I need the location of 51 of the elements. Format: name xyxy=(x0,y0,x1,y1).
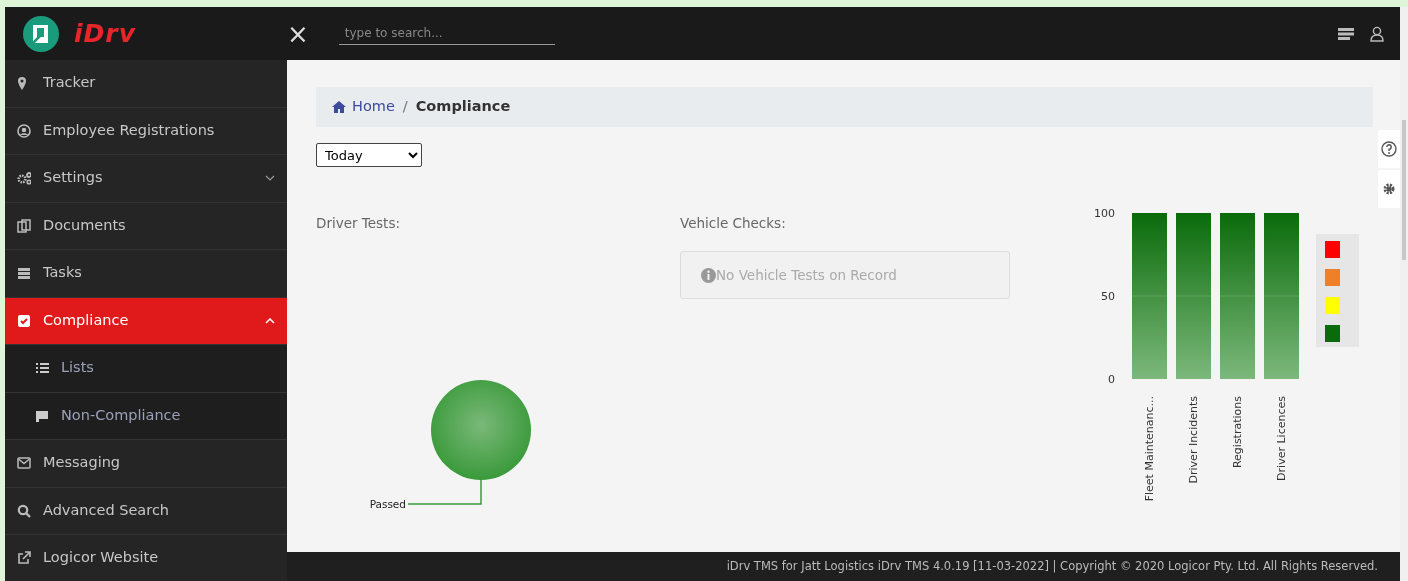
search-icon xyxy=(17,503,31,518)
category-label: Driver Incidents xyxy=(1187,396,1200,484)
settings-icon xyxy=(1382,182,1396,196)
flag-icon xyxy=(35,408,49,423)
period-select[interactable]: Today xyxy=(316,143,422,167)
external-link-icon xyxy=(17,551,31,566)
brand-name: iDrv xyxy=(74,17,136,50)
sidebar-item[interactable]: Tracker xyxy=(5,60,287,108)
sidebar-item[interactable]: Messaging xyxy=(5,440,287,488)
checkbox-icon xyxy=(17,313,31,328)
chevron-down-icon xyxy=(265,175,275,182)
sidebar-item[interactable]: Documents xyxy=(5,202,287,250)
user-circle-icon xyxy=(17,123,31,138)
sidebar-item[interactable]: Compliance xyxy=(5,297,287,345)
sidebar-item[interactable]: Settings xyxy=(5,155,287,203)
logo-icon xyxy=(22,14,60,53)
info-icon xyxy=(701,267,716,283)
axis-tick-label: 100 xyxy=(1094,207,1115,220)
gears-icon xyxy=(17,171,31,186)
breadcrumb-separator: / xyxy=(402,97,408,117)
documents-icon xyxy=(17,218,31,233)
list-icon xyxy=(17,266,31,281)
category-label: Fleet Maintenanc... xyxy=(1143,396,1156,502)
envelope-icon xyxy=(17,456,31,471)
home-link[interactable]: Home xyxy=(332,96,395,118)
section-label: Vehicle Checks: xyxy=(680,214,787,233)
search-field[interactable]: type to search... xyxy=(338,22,555,45)
menu-icon[interactable] xyxy=(1338,26,1354,41)
scrollbar-thumb[interactable] xyxy=(1402,120,1406,260)
sidebar-item[interactable]: Employee Registrations xyxy=(5,107,287,155)
submenu-item[interactable]: Non-Compliance xyxy=(5,392,287,440)
user-icon[interactable] xyxy=(1370,25,1384,42)
category-label: Registrations xyxy=(1231,396,1244,469)
chevron-up-icon xyxy=(265,317,275,324)
footer-text: iDrv TMS for Jatt Logistics iDrv TMS 4.0.19 [11-03-2022] | Copyright © 2020 Logicor Pty. Ltd. All Rights Reserved. xyxy=(287,552,1400,581)
category-label: Driver Licences xyxy=(1275,396,1288,481)
breadcrumb-current: Compliance xyxy=(415,97,511,117)
settings-button[interactable] xyxy=(1378,170,1400,208)
home-icon xyxy=(332,101,346,113)
sidebar-item[interactable]: Tasks xyxy=(5,250,287,298)
help-button[interactable] xyxy=(1378,130,1400,168)
section-label: Driver Tests: xyxy=(316,214,401,233)
close-button[interactable]: × xyxy=(287,20,309,47)
help-icon xyxy=(1381,141,1397,157)
slice-label: Passed xyxy=(369,498,406,511)
list-icon xyxy=(35,361,49,376)
axis-tick-label: 0 xyxy=(1108,373,1115,386)
sidebar-item[interactable]: Advanced Search xyxy=(5,487,287,535)
empty-message: No Vehicle Tests on Record xyxy=(680,251,1010,300)
axis-tick-label: 50 xyxy=(1101,290,1115,303)
submenu-item[interactable]: Lists xyxy=(5,345,287,393)
